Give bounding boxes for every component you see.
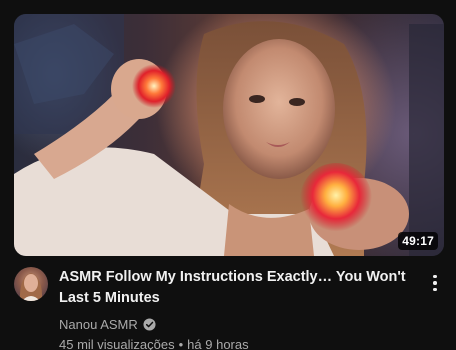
stats-separator: • — [178, 337, 184, 350]
video-meta: ASMR Follow My Instructions Exactly… You… — [59, 267, 419, 350]
channel-name[interactable]: Nanou ASMR — [59, 317, 138, 332]
video-stats: 45 mil visualizações • há 9 horas — [59, 337, 419, 350]
channel-row: Nanou ASMR — [59, 315, 419, 333]
duration-badge: 49:17 — [398, 232, 438, 250]
video-card[interactable]: 49:17 ASMR Follow My Instructions Exactl… — [0, 0, 456, 350]
more-dot — [433, 287, 437, 292]
channel-avatar[interactable] — [14, 267, 48, 301]
avatar-image — [19, 273, 43, 301]
video-thumbnail[interactable]: 49:17 — [14, 14, 444, 256]
more-dot — [433, 281, 437, 285]
video-title[interactable]: ASMR Follow My Instructions Exactly… You… — [59, 267, 419, 309]
more-dot — [433, 274, 437, 279]
more-vert-icon[interactable] — [428, 271, 442, 295]
verified-check-icon — [143, 317, 156, 331]
published-time: há 9 horas — [187, 337, 249, 350]
view-count: 45 mil visualizações — [59, 337, 175, 350]
thumbnail-image — [14, 14, 444, 256]
